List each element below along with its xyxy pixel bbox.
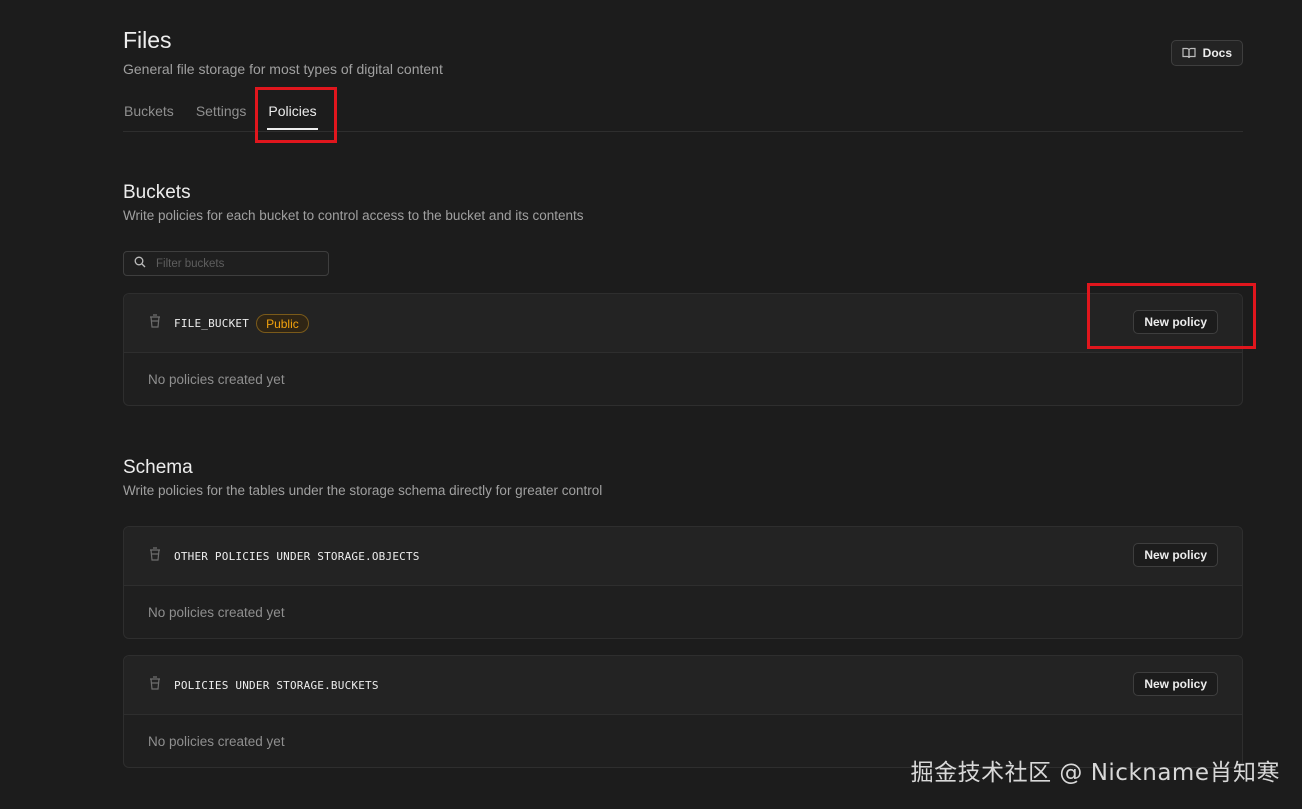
tab-buckets[interactable]: Buckets: [123, 96, 175, 130]
new-policy-button[interactable]: New policy: [1133, 672, 1218, 696]
empty-state-text: No policies created yet: [148, 604, 285, 620]
schema-card-storage-buckets: POLICIES UNDER STORAGE.BUCKETS New polic…: [123, 655, 1243, 768]
bucket-icon: [149, 675, 161, 695]
tab-policies[interactable]: Policies: [267, 96, 318, 130]
buckets-section-description: Write policies for each bucket to contro…: [123, 208, 584, 223]
docs-label: Docs: [1202, 46, 1232, 60]
schema-table-name: POLICIES UNDER STORAGE.BUCKETS: [174, 678, 379, 692]
schema-table-name: OTHER POLICIES UNDER STORAGE.OBJECTS: [174, 549, 420, 563]
page-title: Files: [123, 27, 172, 53]
watermark-text: 掘金技术社区 @ Nickname肖知寒: [910, 760, 1280, 786]
card-header: FILE_BUCKET Public New policy: [124, 294, 1242, 353]
search-icon: [134, 255, 146, 273]
bucket-name: FILE_BUCKET: [174, 316, 250, 330]
bucket-card-file-bucket: FILE_BUCKET Public New policy No policie…: [123, 293, 1243, 406]
schema-section-description: Write policies for the tables under the …: [123, 483, 603, 498]
storage-policies-page: Files General file storage for most type…: [0, 0, 1302, 809]
card-header: OTHER POLICIES UNDER STORAGE.OBJECTS New…: [124, 527, 1242, 586]
bucket-icon: [149, 546, 161, 566]
new-policy-button[interactable]: New policy: [1133, 310, 1218, 334]
card-header: POLICIES UNDER STORAGE.BUCKETS New polic…: [124, 656, 1242, 715]
page-header: Files General file storage for most type…: [123, 26, 1243, 78]
new-policy-button[interactable]: New policy: [1133, 543, 1218, 567]
schema-section-title: Schema: [123, 457, 193, 478]
buckets-section-title: Buckets: [123, 182, 191, 203]
schema-card-storage-objects: OTHER POLICIES UNDER STORAGE.OBJECTS New…: [123, 526, 1243, 639]
bucket-icon: [149, 313, 161, 333]
filter-buckets: [123, 251, 329, 276]
tab-bar: Buckets Settings Policies: [123, 96, 1243, 132]
book-icon: [1182, 47, 1196, 59]
docs-button[interactable]: Docs: [1170, 40, 1243, 66]
filter-buckets-input[interactable]: [156, 257, 316, 270]
tab-settings[interactable]: Settings: [195, 96, 248, 130]
page-subtitle: General file storage for most types of d…: [123, 61, 443, 77]
public-badge: Public: [256, 313, 309, 333]
empty-state-text: No policies created yet: [148, 371, 285, 387]
